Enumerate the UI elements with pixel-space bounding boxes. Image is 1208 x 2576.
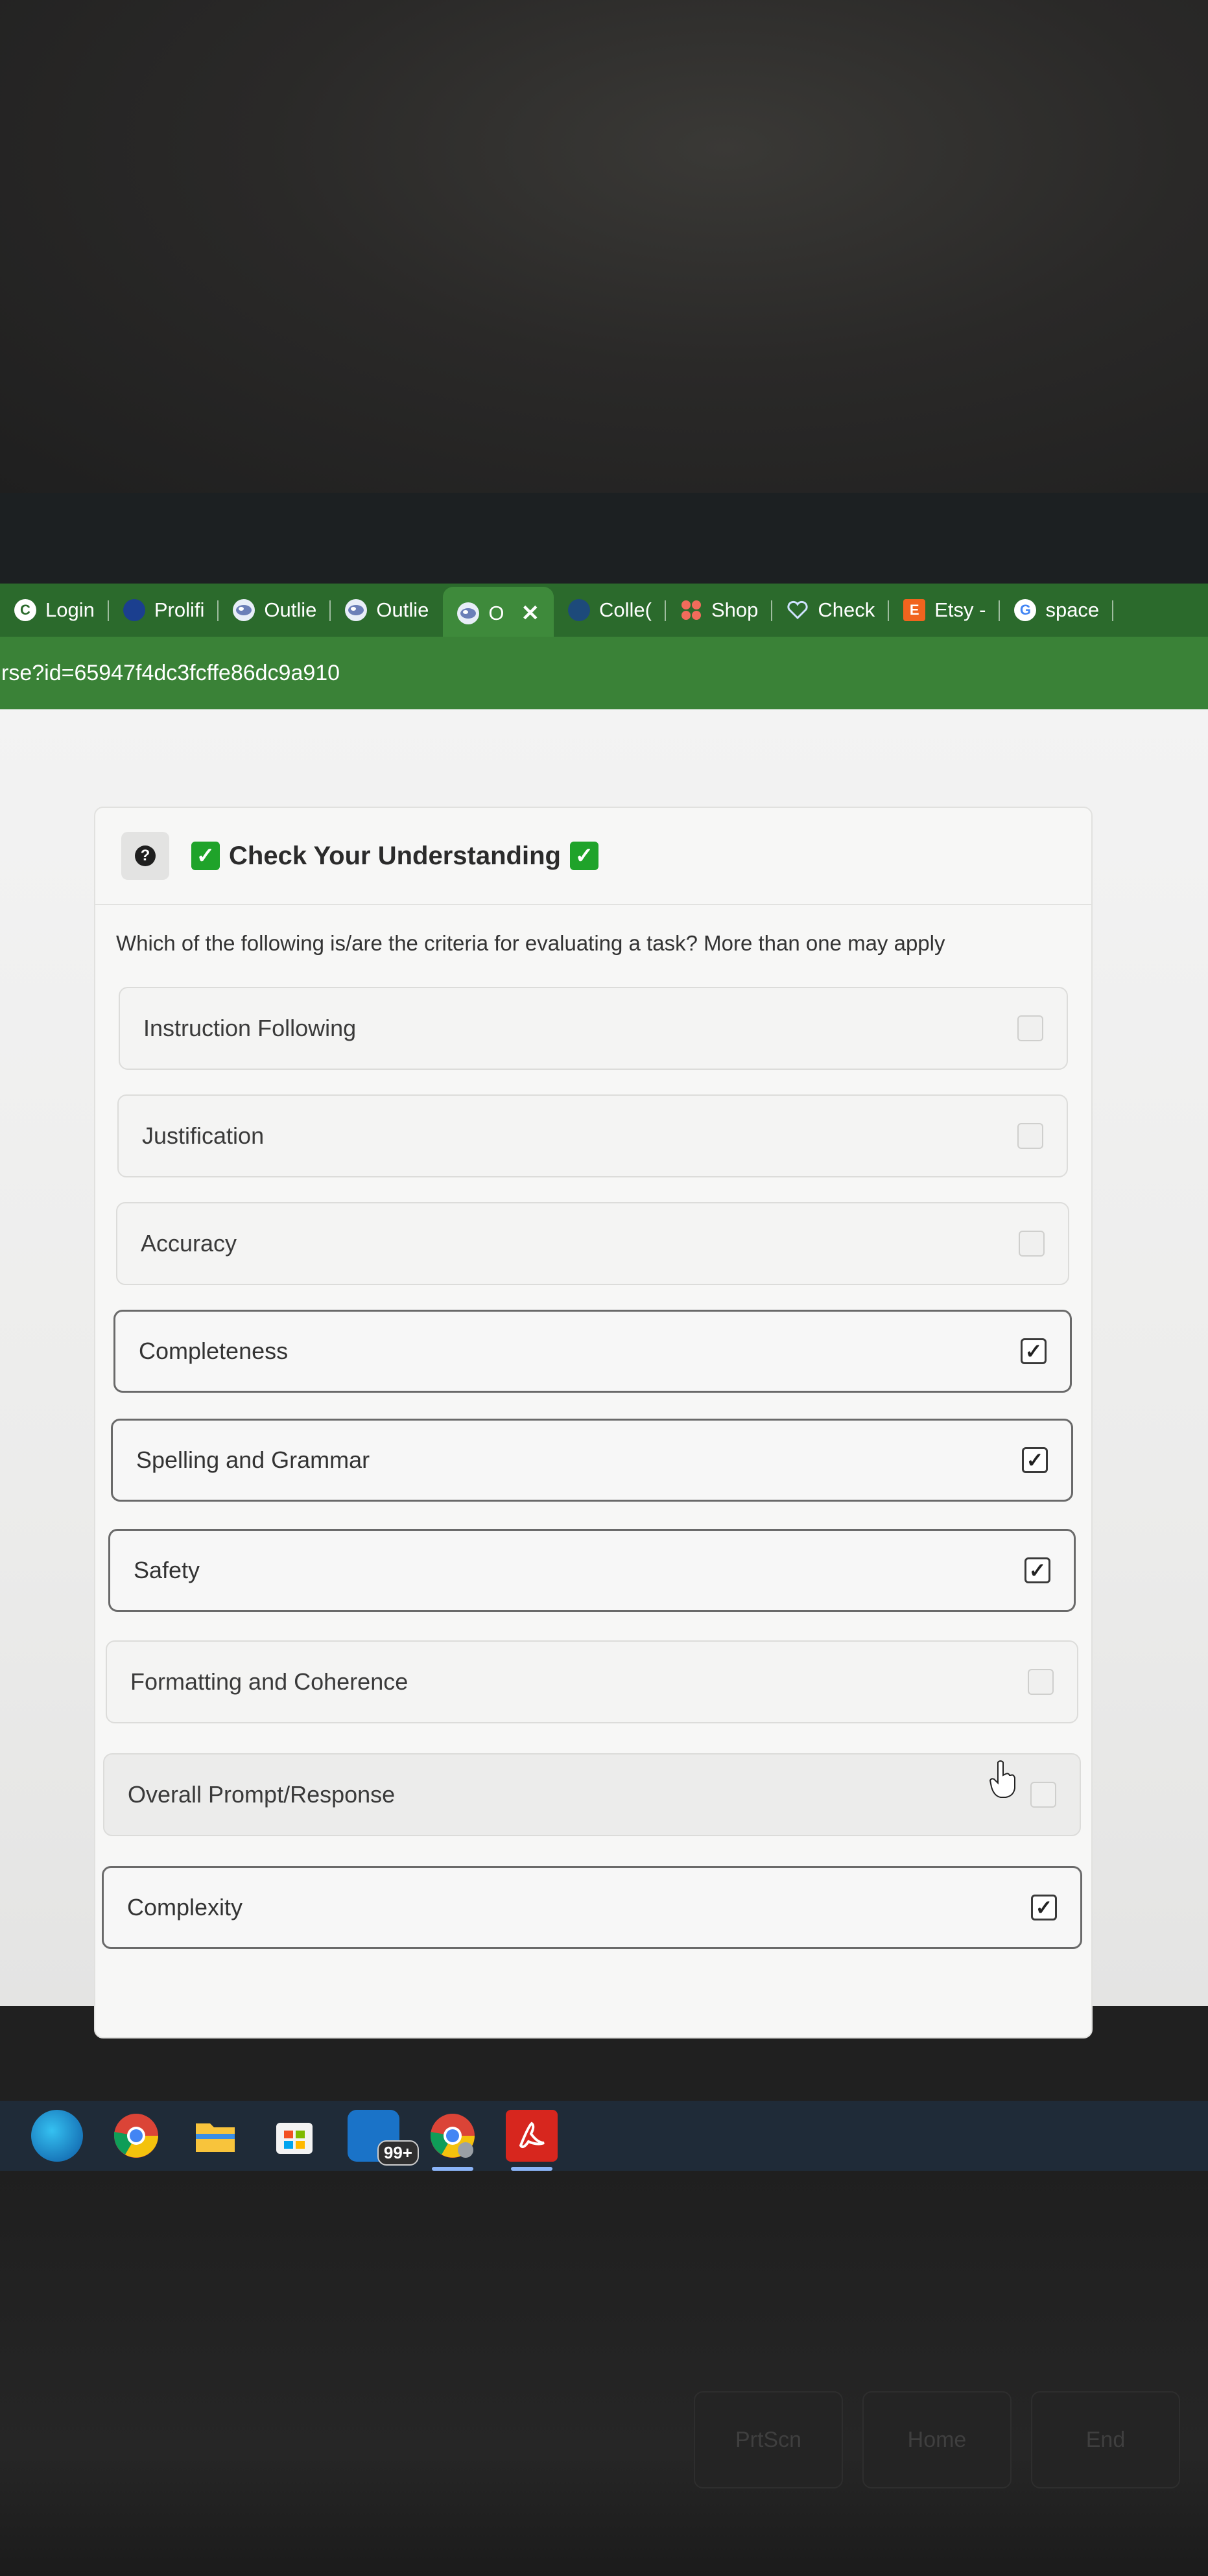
tab-google-space[interactable]: G space <box>1000 584 1114 637</box>
card-header: ? ✓ Check Your Understanding ✓ <box>95 808 1091 905</box>
option-complexity[interactable]: Complexity ✓ <box>102 1866 1082 1949</box>
question-icon: ? <box>135 845 156 866</box>
checkbox-unchecked[interactable] <box>1030 1782 1056 1808</box>
quiz-card: ? ✓ Check Your Understanding ✓ Which of … <box>94 807 1093 2038</box>
tab-label: Prolifi <box>154 598 205 621</box>
question-text: Which of the following is/are the criter… <box>116 931 945 955</box>
tab-outlier-1[interactable]: Outlie <box>219 584 331 637</box>
windows-taskbar: 99+ <box>0 2101 1208 2171</box>
option-label: Justification <box>142 1122 265 1149</box>
option-label: Safety <box>134 1557 200 1583</box>
tab-label: Outlie <box>376 598 429 621</box>
option-label: Complexity <box>127 1894 243 1920</box>
help-button[interactable]: ? <box>121 832 169 880</box>
option-label: Spelling and Grammar <box>136 1447 370 1473</box>
college-icon <box>567 599 590 621</box>
option-completeness[interactable]: Completeness ✓ <box>113 1310 1072 1393</box>
tab-login[interactable]: C Login <box>0 584 109 637</box>
google-icon: G <box>1014 599 1037 621</box>
monitor-bezel <box>0 493 1208 584</box>
checkbox-checked[interactable]: ✓ <box>1024 1557 1050 1583</box>
tab-label: Check <box>818 598 875 621</box>
tab-label: Colle( <box>598 598 652 621</box>
tab-etsy[interactable]: E Etsy - <box>889 584 1001 637</box>
check-mark-icon: ✓ <box>569 842 598 870</box>
option-label: Formatting and Coherence <box>130 1668 409 1695</box>
checkbox-unchecked[interactable] <box>1028 1669 1054 1695</box>
tab-label: Login <box>45 598 95 621</box>
tab-prolific[interactable]: Prolifi <box>109 584 219 637</box>
hand-cursor-icon <box>989 1760 1015 1798</box>
check-mark-icon: ✓ <box>191 842 220 870</box>
url-text: rse?id=65947f4dc3fcffe86dc9a910 <box>1 660 340 685</box>
option-instruction-following[interactable]: Instruction Following <box>119 987 1068 1070</box>
tab-outlier-2[interactable]: Outlie <box>331 584 443 637</box>
chrome-icon[interactable] <box>110 2110 162 2162</box>
shop-icon <box>680 599 702 621</box>
key-prtscn: PrtScn <box>694 2391 843 2488</box>
outlier-icon <box>233 599 255 621</box>
checkbox-checked[interactable]: ✓ <box>1021 1338 1047 1364</box>
edge-icon[interactable] <box>31 2110 83 2162</box>
etsy-icon: E <box>903 599 926 621</box>
tab-college[interactable]: Colle( <box>554 584 666 637</box>
option-label: Accuracy <box>141 1230 237 1257</box>
tab-label: Etsy - <box>934 598 986 621</box>
checkbox-checked[interactable]: ✓ <box>1022 1447 1048 1473</box>
option-accuracy[interactable]: Accuracy <box>116 1202 1069 1285</box>
circle-c-icon: C <box>14 599 36 621</box>
laptop-keyboard: PrtScn Home End <box>0 2171 1208 2576</box>
tab-label: O <box>488 602 504 624</box>
key-home: Home <box>862 2391 1012 2488</box>
option-overall-prompt-response[interactable]: Overall Prompt/Response <box>103 1753 1081 1836</box>
checkbox-unchecked[interactable] <box>1017 1123 1043 1149</box>
mail-icon[interactable]: 99+ <box>348 2110 419 2166</box>
checkbox-unchecked[interactable] <box>1017 1015 1043 1041</box>
option-label: Overall Prompt/Response <box>128 1781 396 1808</box>
option-formatting-coherence[interactable]: Formatting and Coherence <box>106 1640 1078 1723</box>
tab-outlier-active[interactable]: O ✕ <box>443 587 554 640</box>
tab-label: Outlie <box>264 598 317 621</box>
checkbox-checked[interactable]: ✓ <box>1031 1895 1057 1920</box>
card-title: Check Your Understanding <box>229 841 561 870</box>
page-content: ? ✓ Check Your Understanding ✓ Which of … <box>0 709 1208 2038</box>
tab-shop[interactable]: Shop <box>666 584 773 637</box>
heart-icon <box>787 599 809 621</box>
photo-background-top <box>0 0 1208 493</box>
tab-label: Shop <box>711 598 759 621</box>
prolific-icon <box>123 599 145 621</box>
tab-label: space <box>1045 598 1100 621</box>
key-end: End <box>1031 2391 1180 2488</box>
option-label: Instruction Following <box>143 1015 357 1041</box>
outlier-icon <box>345 599 368 621</box>
acrobat-icon[interactable] <box>506 2110 558 2171</box>
store-icon[interactable] <box>268 2110 320 2162</box>
outlier-icon <box>457 602 480 624</box>
close-tab-icon[interactable]: ✕ <box>521 600 539 626</box>
option-spelling-grammar[interactable]: Spelling and Grammar ✓ <box>111 1419 1073 1502</box>
option-label: Completeness <box>139 1338 289 1364</box>
option-justification[interactable]: Justification <box>117 1094 1068 1177</box>
unread-badge: 99+ <box>377 2140 419 2166</box>
file-explorer-icon[interactable] <box>189 2110 241 2162</box>
chrome-profile-icon[interactable] <box>427 2110 479 2171</box>
browser-tab-strip: C Login Prolifi Outlie Outlie O ✕ Colle(… <box>0 584 1208 640</box>
address-bar[interactable]: rse?id=65947f4dc3fcffe86dc9a910 <box>0 637 1208 709</box>
tab-check[interactable]: Check <box>772 584 890 637</box>
checkbox-unchecked[interactable] <box>1019 1231 1045 1257</box>
option-safety[interactable]: Safety ✓ <box>108 1529 1076 1612</box>
